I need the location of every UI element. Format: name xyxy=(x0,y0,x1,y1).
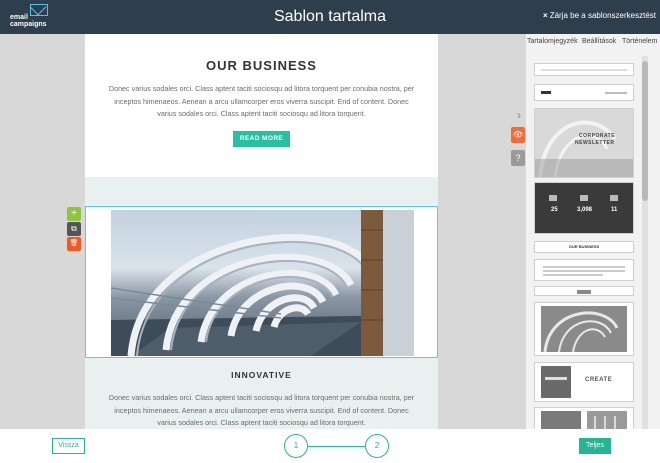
thumbnail-image xyxy=(541,306,627,353)
thumbnail-image-block[interactable] xyxy=(534,302,634,356)
thumbnail-corporate-text: CORPORATE xyxy=(579,133,616,139)
thumbnail-text-block[interactable] xyxy=(534,259,634,281)
tab-history[interactable]: Történelem xyxy=(622,38,657,45)
thumbnail-image xyxy=(541,411,627,429)
top-bar: email campaigns Sablon tartalma × Zárja b… xyxy=(0,0,660,34)
thumbnail-stat-1: 25 xyxy=(551,207,558,213)
content-block-our-business[interactable]: OUR BUSINESS Donec varius sodales orci. … xyxy=(85,34,438,177)
thumbnail-business-title: OUR BUSINESS xyxy=(568,244,600,249)
copy-icon: ⧉ xyxy=(71,224,77,233)
architecture-arches-image[interactable] xyxy=(111,210,414,356)
close-editor-label: Zárja be a sablonszerkesztést xyxy=(549,11,656,20)
block-title: OUR BUSINESS xyxy=(206,58,317,73)
thumbnail-image xyxy=(541,366,571,398)
block-subtitle: INNOVATIVE xyxy=(231,370,292,380)
thumbnail-header-block[interactable] xyxy=(534,84,634,101)
thumbnail-create-text: CREATE xyxy=(585,377,613,383)
tab-settings[interactable]: Beállítások xyxy=(582,38,616,45)
thumbnail-divider-block[interactable] xyxy=(534,63,634,76)
email-campaigns-logo[interactable]: email campaigns xyxy=(8,4,52,30)
envelope-icon xyxy=(30,4,48,16)
wizard-footer: Vissza 1 2 Teljes xyxy=(0,429,660,463)
thumbnail-stat-2: 3,098 xyxy=(577,207,593,213)
block-text: Donec varius sodales orci. Class aptent … xyxy=(108,393,415,427)
thumbnail-title-block[interactable]: OUR BUSINESS xyxy=(534,241,634,253)
content-block-innovative[interactable]: INNOVATIVE Donec varius sodales orci. Cl… xyxy=(85,177,438,429)
scrollbar-thumb[interactable] xyxy=(642,61,648,201)
close-template-editor-link[interactable]: × Zárja be a sablonszerkesztést xyxy=(543,11,656,20)
block-text: Donec varius sodales orci. Class aptent … xyxy=(108,84,415,118)
add-block-button[interactable]: + xyxy=(67,207,81,221)
trash-icon: 🗑 xyxy=(69,240,79,247)
corridor-illustration xyxy=(111,210,414,356)
thumbnail-scrollbar[interactable] xyxy=(642,56,648,429)
step-1[interactable]: 1 xyxy=(284,434,308,458)
tab-table-of-contents[interactable]: Tartalomjegyzék xyxy=(527,38,578,45)
block-thumbnail-list: CORPORATE NEWSLETTER 25 3,098 11 OUR BUS… xyxy=(534,56,637,429)
back-button[interactable]: Vissza xyxy=(52,438,85,454)
close-icon: × xyxy=(543,11,548,20)
thumbnail-stat-3: 11 xyxy=(611,207,618,213)
sidebar: Tartalomjegyzék Beállítások Történelem C… xyxy=(511,34,660,429)
preview-eye-icon[interactable]: 👁 xyxy=(511,127,525,143)
sidebar-tabs: Tartalomjegyzék Beállítások Történelem xyxy=(526,38,660,50)
template-workarea: OUR BUSINESS Donec varius sodales orci. … xyxy=(0,34,526,429)
thumbnail-create-block[interactable]: CREATE xyxy=(534,362,634,402)
finish-button[interactable]: Teljes xyxy=(579,438,611,454)
step-2[interactable]: 2 xyxy=(365,434,389,458)
thumbnail-gallery-block[interactable] xyxy=(534,407,634,429)
template-canvas: OUR BUSINESS Donec varius sodales orci. … xyxy=(85,34,438,429)
collapse-sidebar-chevron-icon[interactable]: › xyxy=(512,107,526,123)
plus-icon: + xyxy=(71,208,77,219)
thumbnail-newsletter-text: NEWSLETTER xyxy=(575,140,615,146)
delete-block-button[interactable]: 🗑 xyxy=(67,237,81,251)
thumbnail-corporate-newsletter[interactable]: CORPORATE NEWSLETTER xyxy=(534,108,634,178)
read-more-button[interactable]: READ MORE xyxy=(233,131,290,147)
selected-image-block[interactable] xyxy=(85,206,438,358)
duplicate-block-button[interactable]: ⧉ xyxy=(67,222,81,236)
logo-text-line2: campaigns xyxy=(10,21,47,28)
thumbnail-stats-block[interactable]: 25 3,098 11 xyxy=(534,182,634,234)
help-icon[interactable]: ? xyxy=(511,150,525,166)
step-connector xyxy=(308,446,365,447)
thumbnail-button-block[interactable] xyxy=(534,286,634,296)
